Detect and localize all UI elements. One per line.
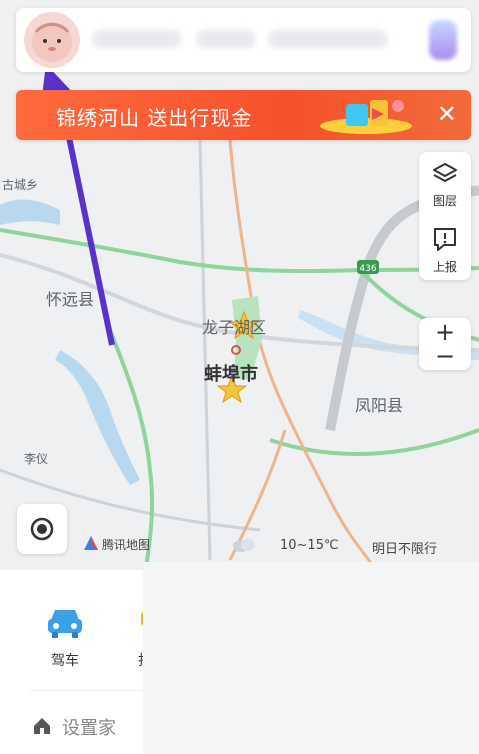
- promo-banner[interactable]: 锦绣河山 送出行现金 ✕: [16, 90, 471, 140]
- map-label-huaiyuan: 怀远县: [46, 290, 95, 309]
- mode-drive[interactable]: 驾车: [40, 604, 90, 670]
- report-icon: [434, 228, 456, 251]
- zoom-card: + −: [419, 318, 471, 370]
- mode-drive-label: 驾车: [51, 653, 79, 669]
- voice-assistant-icon[interactable]: [429, 20, 457, 60]
- tencent-map-logo-icon: [84, 536, 98, 550]
- cloud-icon: [232, 536, 256, 552]
- map-label-gucheng: 古城乡: [2, 178, 39, 192]
- close-icon[interactable]: ✕: [437, 100, 457, 128]
- traffic-restriction: 明日不限行: [372, 542, 438, 557]
- layers-icon: [433, 163, 457, 182]
- map-label-fengyang: 凤阳县: [355, 396, 404, 415]
- blurred-text: [196, 30, 256, 48]
- top-bar: [16, 8, 471, 72]
- lake: [0, 199, 60, 225]
- locate-icon: [30, 517, 54, 541]
- locate-button[interactable]: [17, 504, 67, 554]
- report-label: 上报: [432, 260, 457, 274]
- map-tools-card: 图层 上报: [419, 152, 471, 280]
- set-home-label: 设置家: [62, 718, 116, 739]
- avatar[interactable]: [24, 12, 80, 68]
- road-shield-text: 436: [359, 264, 376, 274]
- map-label-bengbu: 蚌埠市: [204, 364, 258, 385]
- blurred-username: [92, 30, 182, 48]
- layers-label: 图层: [432, 194, 457, 208]
- weather-temp: 10~15℃: [280, 538, 339, 553]
- gift-illustration-icon: [316, 94, 416, 136]
- zoom-in-button[interactable]: +: [419, 320, 471, 344]
- map-label-longzihu: 龙子湖区: [202, 318, 267, 337]
- zoom-out-button[interactable]: −: [419, 344, 471, 368]
- map-attribution: 腾讯地图: [102, 538, 151, 552]
- blurred-text: [268, 30, 388, 48]
- overlay-panel: [143, 562, 479, 754]
- home-icon: [34, 718, 50, 734]
- map-view[interactable]: 436 古城乡 怀远县 龙子湖区 蚌埠市 凤阳县 李仪 腾讯地图 10~15℃ …: [0, 0, 479, 575]
- road: [198, 139, 212, 561]
- banner-text: 锦绣河山 送出行现金: [56, 106, 253, 130]
- highway: [0, 228, 479, 274]
- car-icon: [48, 610, 82, 638]
- map-label-liyi: 李仪: [24, 452, 49, 466]
